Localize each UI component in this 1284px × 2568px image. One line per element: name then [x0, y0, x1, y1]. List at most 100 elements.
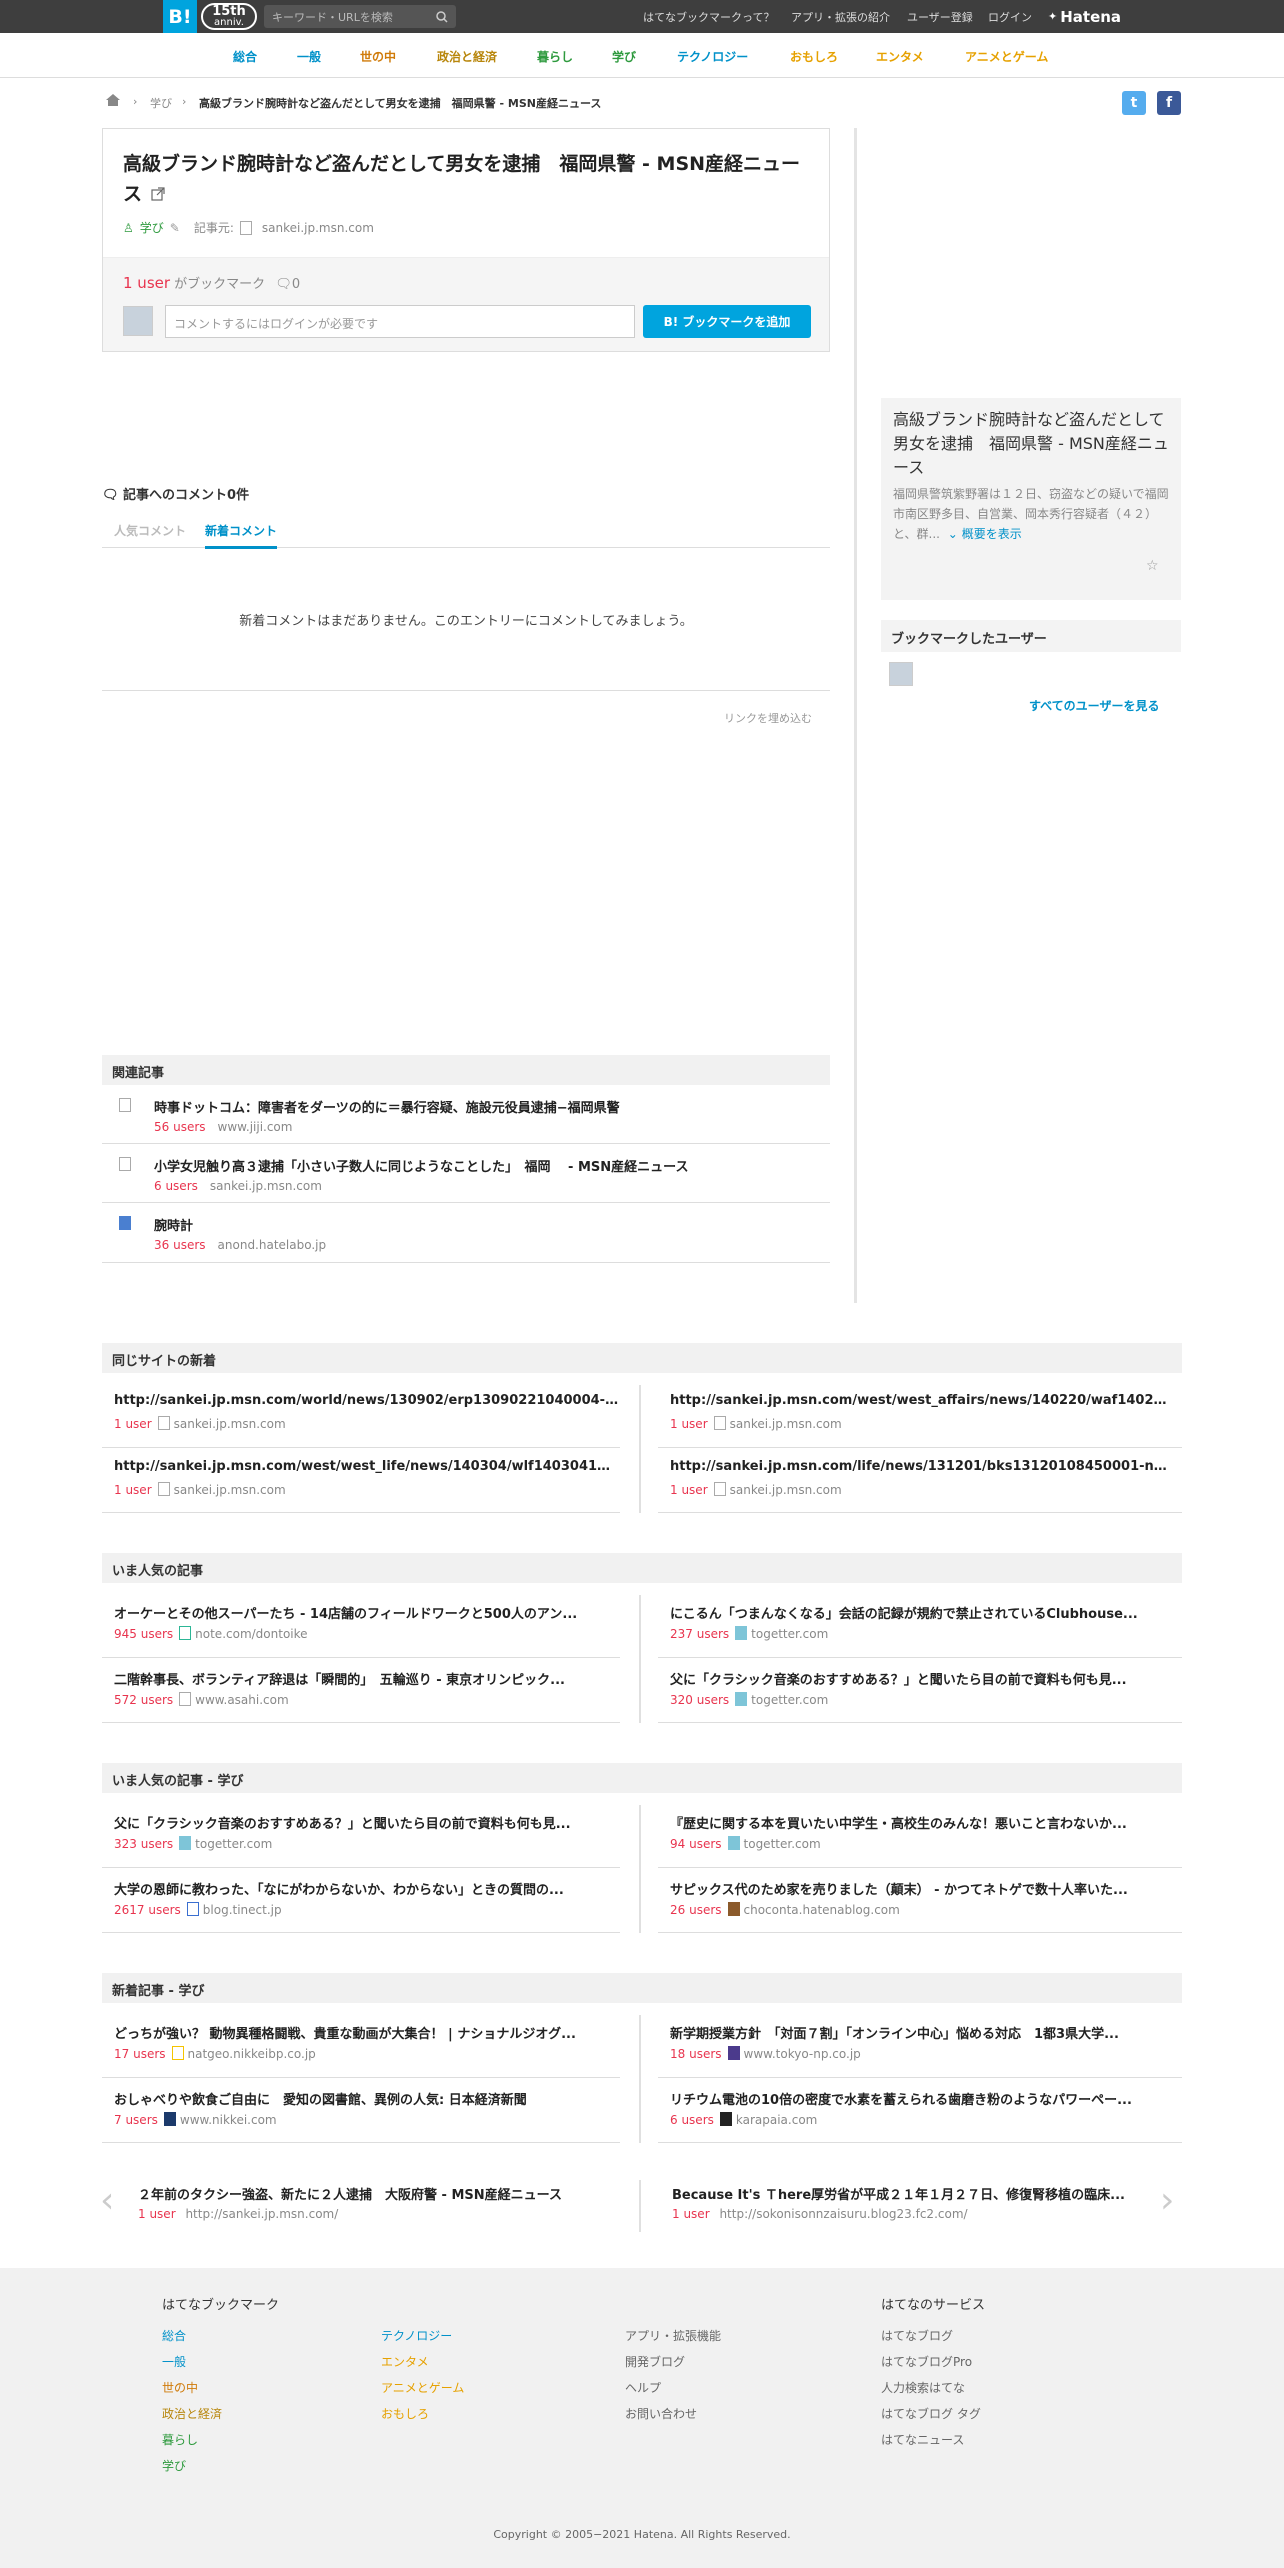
show-summary-link[interactable]: 概要を表示: [962, 527, 1022, 541]
same-site-users[interactable]: 1 user: [114, 1417, 152, 1431]
category-anime-games[interactable]: アニメとゲーム: [965, 48, 1048, 65]
category-world[interactable]: 世の中: [360, 48, 396, 65]
pencil-icon[interactable]: ✎: [170, 221, 180, 235]
related-domain[interactable]: sankei.jp.msn.com: [210, 1179, 322, 1193]
footer-link[interactable]: 総合: [162, 2327, 186, 2344]
avatar[interactable]: [889, 662, 913, 686]
chevron-right-icon[interactable]: ›: [1160, 2180, 1174, 2221]
same-site-domain[interactable]: sankei.jp.msn.com: [730, 1417, 842, 1431]
category-politics[interactable]: 政治と経済: [437, 48, 497, 65]
popular-learning-title[interactable]: サピックス代のため家を売りました（顛末） - かつてネトゲで数十人率いた...: [670, 1879, 1170, 1898]
search-icon[interactable]: [436, 10, 448, 23]
category-entertainment[interactable]: エンタメ: [876, 48, 924, 65]
footer-link[interactable]: アプリ・拡張機能: [625, 2327, 721, 2344]
footer-link[interactable]: 人力検索はてな: [881, 2379, 965, 2396]
related-title[interactable]: 小学女児触り高３逮捕「小さい子数人に同じようなことした」 福岡 - MSN産経ニ…: [154, 1156, 688, 1175]
same-site-domain[interactable]: sankei.jp.msn.com: [730, 1483, 842, 1497]
category-technology[interactable]: テクノロジー: [677, 48, 748, 65]
same-site-title[interactable]: http://sankei.jp.msn.com/life/news/13120…: [670, 1459, 1170, 1474]
tab-new-comments[interactable]: 新着コメント: [205, 522, 278, 549]
footer-link[interactable]: 政治と経済: [162, 2405, 222, 2422]
footer-link[interactable]: テクノロジー: [381, 2327, 452, 2344]
footer-link[interactable]: 暮らし: [162, 2431, 198, 2448]
chevron-left-icon[interactable]: ‹: [100, 2180, 114, 2221]
nav-login[interactable]: ログイン: [988, 0, 1032, 33]
new-learning-users[interactable]: 17 users: [114, 2047, 166, 2061]
related-domain[interactable]: anond.hatelabo.jp: [218, 1238, 327, 1252]
breadcrumb-category[interactable]: 学び: [150, 95, 172, 111]
hatena-brand[interactable]: ✦ Hatena: [1048, 0, 1121, 33]
next-entry-title[interactable]: Because It's Ｔhere厚労省が平成２１年１月２７日、修復腎移植の臨…: [672, 2184, 1150, 2203]
entry-title-text[interactable]: 高級ブランド腕時計など盗んだとして男女を逮捕 福岡県警 - MSN産経ニュース: [123, 153, 800, 205]
footer-link[interactable]: お問い合わせ: [625, 2405, 697, 2422]
bookmark-count[interactable]: 1 user がブックマーク 🗨0: [123, 273, 300, 292]
same-site-users[interactable]: 1 user: [670, 1417, 708, 1431]
related-users[interactable]: 56 users: [154, 1120, 206, 1134]
tab-popular-comments[interactable]: 人気コメント: [114, 522, 186, 539]
popular-learning-domain[interactable]: blog.tinect.jp: [203, 1903, 282, 1917]
star-add-icon[interactable]: ☆: [1146, 558, 1159, 574]
new-learning-domain[interactable]: karapaia.com: [736, 2113, 817, 2127]
related-users[interactable]: 36 users: [154, 1238, 206, 1252]
footer-link[interactable]: アニメとゲーム: [381, 2379, 464, 2396]
same-site-domain[interactable]: sankei.jp.msn.com: [174, 1417, 286, 1431]
same-site-title[interactable]: http://sankei.jp.msn.com/world/news/1309…: [114, 1393, 619, 1408]
same-site-title[interactable]: http://sankei.jp.msn.com/west/west_affai…: [670, 1393, 1170, 1408]
popular-learning-users[interactable]: 94 users: [670, 1837, 722, 1851]
new-learning-domain[interactable]: natgeo.nikkeibp.co.jp: [188, 2047, 316, 2061]
footer-link[interactable]: おもしろ: [381, 2405, 429, 2422]
popular-domain[interactable]: togetter.com: [751, 1627, 828, 1641]
same-site-domain[interactable]: sankei.jp.msn.com: [174, 1483, 286, 1497]
same-site-users[interactable]: 1 user: [114, 1483, 152, 1497]
popular-learning-title[interactable]: 父に「クラシック音楽のおすすめある？」と聞いたら目の前で資料も何も見...: [114, 1813, 619, 1832]
popular-learning-domain[interactable]: togetter.com: [744, 1837, 821, 1851]
home-icon[interactable]: [105, 93, 121, 107]
popular-users[interactable]: 237 users: [670, 1627, 729, 1641]
popular-title[interactable]: 父に「クラシック音楽のおすすめある？」と聞いたら目の前で資料も何も見...: [670, 1669, 1170, 1688]
footer-link[interactable]: エンタメ: [381, 2353, 429, 2370]
footer-link[interactable]: 開発ブログ: [625, 2353, 685, 2370]
footer-link[interactable]: はてなニュース: [881, 2431, 964, 2448]
entry-title[interactable]: 高級ブランド腕時計など盗んだとして男女を逮捕 福岡県警 - MSN産経ニュース: [123, 149, 813, 209]
twitter-share-icon[interactable]: t: [1122, 91, 1146, 115]
new-learning-users[interactable]: 18 users: [670, 2047, 722, 2061]
category-all[interactable]: 総合: [233, 48, 257, 65]
popular-domain[interactable]: www.asahi.com: [195, 1693, 289, 1707]
category-fun[interactable]: おもしろ: [790, 48, 838, 65]
popular-title[interactable]: オーケーとその他スーパーたち - 14店舗のフィールドワークと500人のアン..…: [114, 1603, 619, 1622]
entry-category[interactable]: 学び: [140, 219, 164, 236]
category-general[interactable]: 一般: [297, 48, 321, 65]
nav-apps[interactable]: アプリ・拡張の紹介: [791, 0, 890, 33]
new-learning-domain[interactable]: www.tokyo-np.co.jp: [744, 2047, 861, 2061]
prev-entry-users[interactable]: 1 user: [138, 2207, 176, 2221]
same-site-title[interactable]: http://sankei.jp.msn.com/west/west_life/…: [114, 1459, 619, 1474]
next-entry-users[interactable]: 1 user: [672, 2207, 710, 2221]
nav-register[interactable]: ユーザー登録: [907, 0, 973, 33]
add-bookmark-button[interactable]: B! ブックマークを追加: [643, 305, 811, 338]
new-learning-title[interactable]: 新学期授業方針 「対面７割」「オンライン中心」悩める対応 1都3県大学...: [670, 2023, 1170, 2042]
footer-link[interactable]: はてなブログ タグ: [881, 2405, 981, 2422]
popular-learning-title[interactable]: 大学の恩師に教わった、「なにがわからないか、わからない」ときの質問の...: [114, 1879, 619, 1898]
popular-title[interactable]: 二階幹事長、ボランティア辞退は「瞬間的」 五輪巡り - 東京オリンピック...: [114, 1669, 619, 1688]
hatena-bookmark-logo[interactable]: B!: [163, 0, 197, 33]
popular-users[interactable]: 320 users: [670, 1693, 729, 1707]
prev-entry-url[interactable]: http://sankei.jp.msn.com/: [185, 2207, 338, 2221]
footer-link[interactable]: 学び: [162, 2457, 186, 2474]
chevron-down-icon[interactable]: ⌄: [948, 527, 958, 541]
popular-learning-users[interactable]: 26 users: [670, 1903, 722, 1917]
embed-link[interactable]: リンクを埋め込む: [724, 710, 812, 726]
category-learning[interactable]: 学び: [612, 48, 636, 65]
category-life[interactable]: 暮らし: [537, 48, 573, 65]
new-learning-title[interactable]: リチウム電池の10倍の密度で水素を蓄えられる歯磨き粉のようなパワーペー...: [670, 2089, 1170, 2108]
new-learning-users[interactable]: 6 users: [670, 2113, 714, 2127]
popular-learning-domain[interactable]: togetter.com: [195, 1837, 272, 1851]
popular-learning-domain[interactable]: choconta.hatenablog.com: [744, 1903, 900, 1917]
popular-users[interactable]: 572 users: [114, 1693, 173, 1707]
new-learning-domain[interactable]: www.nikkei.com: [180, 2113, 277, 2127]
footer-link[interactable]: はてなブログPro: [881, 2353, 972, 2370]
new-learning-users[interactable]: 7 users: [114, 2113, 158, 2127]
popular-domain[interactable]: togetter.com: [751, 1693, 828, 1707]
same-site-users[interactable]: 1 user: [670, 1483, 708, 1497]
prev-entry-title[interactable]: ２年前のタクシー強盗、新たに２人逮捕 大阪府警 - MSN産経ニュース: [138, 2184, 618, 2203]
footer-link[interactable]: はてなブログ: [881, 2327, 953, 2344]
